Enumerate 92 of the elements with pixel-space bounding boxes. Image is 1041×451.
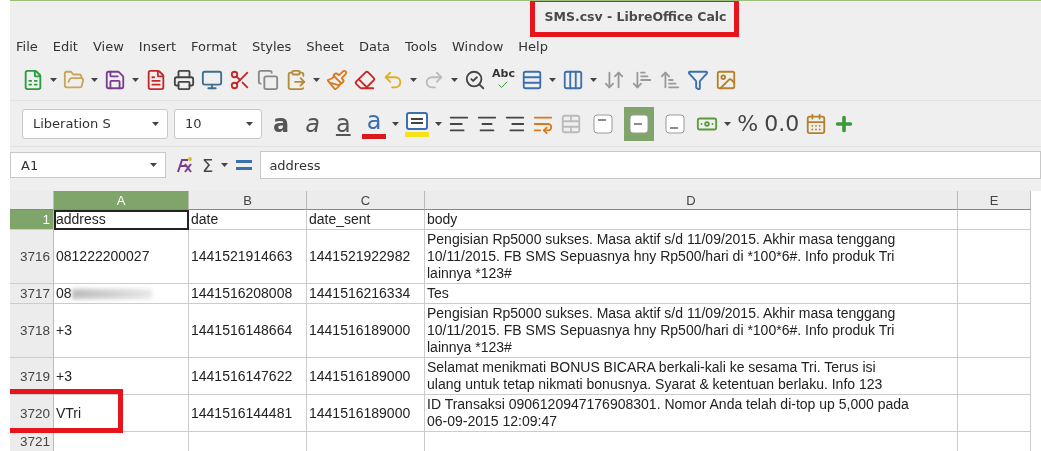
table-cell: +3	[54, 304, 189, 358]
column-header[interactable]: C	[307, 191, 425, 210]
table-cell: 1441516189000	[307, 358, 425, 395]
table-cell: Tes	[425, 284, 958, 304]
table-cell: 1441521914663	[189, 230, 307, 284]
table-cell: Selamat menikmati BONUS BICARA berkali-kali ke sesama Tri. Terus isi ulang untuk tetap nikmati bonusnya. Syarat & ketentuan berlaku. Info 123	[425, 358, 958, 395]
caret-icon[interactable]	[392, 121, 400, 126]
menu-item[interactable]: File	[16, 39, 38, 54]
italic-button[interactable]: a	[300, 110, 325, 137]
scissors-icon[interactable]	[229, 69, 251, 92]
formula-input[interactable]: address	[260, 151, 1041, 180]
highlight-icon[interactable]	[405, 110, 430, 137]
table-cell: 1441516216334	[307, 284, 425, 304]
table-cell: ID Transaksi 0906120947176908301. Nomor Anda telah di-top up 5,000 pada 06-09-2015 12:09:47	[425, 395, 958, 432]
calendar-icon[interactable]	[805, 112, 828, 135]
rows-icon[interactable]	[520, 69, 543, 92]
caret-icon[interactable]	[50, 78, 57, 83]
caret-icon[interactable]	[451, 78, 458, 83]
document-icon[interactable]	[145, 69, 167, 92]
sum-button[interactable]: Σ	[202, 154, 214, 176]
search-icon[interactable]	[464, 69, 486, 92]
equals-icon[interactable]	[236, 160, 253, 171]
table-cell: 08	[54, 284, 189, 304]
table-cell: 1441516189000	[307, 304, 425, 358]
table-cell: 1441516147622	[189, 358, 307, 395]
caret-icon[interactable]	[724, 121, 732, 126]
table-cell: +3	[54, 358, 189, 395]
table-cell: VTri	[54, 395, 189, 432]
percent-button[interactable]: %	[737, 111, 759, 137]
bold-button[interactable]: a	[268, 110, 295, 137]
spreadsheet-icon[interactable]	[22, 69, 44, 92]
table-cell: date_sent	[307, 210, 425, 230]
spelling-button[interactable]: Abc	[492, 69, 515, 92]
table-cell: 1441516189000	[307, 395, 425, 432]
columns-icon[interactable]	[561, 69, 584, 92]
name-box[interactable]: A1	[10, 152, 166, 179]
caret-icon[interactable]	[548, 78, 556, 83]
caret-icon[interactable]	[132, 78, 139, 83]
column-header[interactable]: E	[958, 191, 1031, 210]
font-size-field[interactable]: 10	[174, 108, 262, 139]
font-color-button[interactable]: a	[361, 108, 387, 140]
menu-item[interactable]: Insert	[138, 39, 177, 54]
table-cell: 1441521922982	[307, 230, 425, 284]
table-cell: Pengisian Rp5000 sukses. Masa aktif s/d 11/09/2015. Akhir masa tenggang 10/11/2015. FB SMS Sepuasnya hny Rp500/hari di *100*6#. Info produk Tri lainnya *123#	[425, 230, 958, 284]
monitor-icon[interactable]	[201, 69, 223, 92]
table-cell: date	[189, 210, 307, 230]
save-icon[interactable]	[104, 69, 126, 92]
number-format-button[interactable]: 0.0	[764, 111, 800, 137]
menu-item[interactable]: View	[92, 39, 124, 54]
caret-icon[interactable]	[221, 163, 229, 168]
table-cell: 1441516144481	[189, 395, 307, 432]
row-header[interactable]: 3717	[10, 284, 54, 304]
menu-item[interactable]: Window	[452, 39, 504, 54]
table-cell: body	[425, 210, 958, 230]
row-header[interactable]: 3718	[10, 304, 54, 358]
printer-icon[interactable]	[173, 69, 195, 92]
paintbrush-icon[interactable]	[326, 69, 348, 92]
eraser-icon[interactable]	[354, 69, 376, 92]
menu-item[interactable]: Styles	[251, 39, 292, 54]
table-cell: address	[54, 210, 189, 230]
menu-item[interactable]: Sheet	[306, 39, 344, 54]
table-cell: 1441516148664	[189, 304, 307, 358]
vertical-align-button[interactable]	[624, 106, 655, 141]
caret-icon[interactable]	[246, 121, 253, 126]
menu-item[interactable]: Data	[358, 39, 390, 54]
clipboard-icon[interactable]	[285, 69, 307, 92]
menu-item[interactable]: Tools	[405, 39, 438, 54]
caret-icon[interactable]	[150, 163, 157, 168]
caret-icon[interactable]	[91, 78, 98, 83]
caret-icon[interactable]	[589, 78, 597, 83]
table-cell: Pengisian Rp5000 sukses. Masa aktif s/d 11/09/2015. Akhir masa tenggang 10/11/2015. FB SMS Sepuasnya hny Rp500/hari di *100*6#. Info produk Tri lainnya *123#	[425, 304, 958, 358]
merge-cells-icon[interactable]	[560, 112, 583, 135]
copy-icon[interactable]	[257, 69, 279, 92]
caret-icon[interactable]	[410, 78, 417, 83]
table-cell: 1441516208008	[189, 284, 307, 304]
table-cell: 081222200027	[54, 230, 189, 284]
menu-item[interactable]: Help	[518, 39, 548, 54]
caret-icon[interactable]	[152, 121, 159, 126]
menu-item[interactable]: Edit	[52, 39, 78, 54]
filter-icon[interactable]	[686, 69, 709, 92]
menu-item[interactable]: Format	[191, 39, 237, 54]
underline-button[interactable]: a	[330, 110, 356, 137]
font-name-field[interactable]: Liberation S	[22, 108, 168, 139]
image-icon[interactable]	[714, 69, 737, 92]
caret-icon[interactable]	[435, 121, 443, 126]
caret-icon[interactable]	[313, 78, 320, 83]
corner-cell[interactable]	[10, 191, 54, 210]
window-title: SMS.csv - LibreOffice Calc	[544, 8, 727, 25]
column-header[interactable]: D	[425, 191, 958, 210]
function-wizard-icon[interactable]	[174, 156, 194, 175]
column-header[interactable]: B	[189, 191, 307, 210]
row-header[interactable]: 3716	[10, 230, 54, 284]
